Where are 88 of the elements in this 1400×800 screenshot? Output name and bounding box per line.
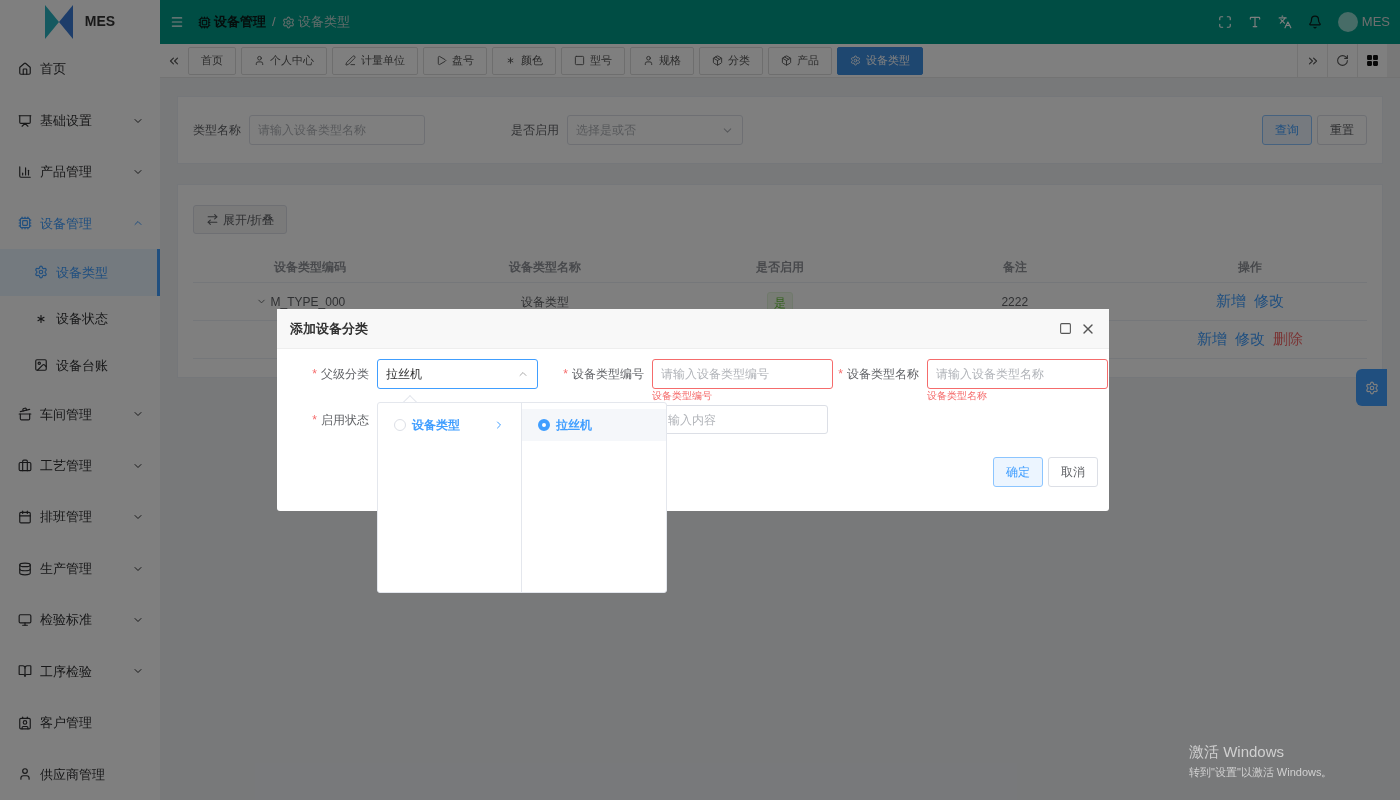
activation-title: 激活 Windows [1189,742,1286,762]
grid-icon[interactable] [1366,54,1379,67]
avatar[interactable] [1337,12,1358,32]
submenu-item[interactable]: 设备状态 [0,295,160,343]
table-cell-text: 2222 [1000,293,1030,311]
tab-icon [574,55,585,66]
activation-message: 转到"设置"以激活 Windows。 [1189,764,1333,780]
field-label: 类型名称 [193,122,241,139]
maximize-icon[interactable] [1059,322,1072,335]
sidebar-item[interactable]: 基础设置 [0,94,160,147]
table-cell-text: M_TYPE_000 [270,293,346,311]
sidebar-item[interactable]: 生产管理 [0,542,160,595]
sidebar-item[interactable]: 设备管理 [0,197,160,250]
table-cell-text: 设备类型 [520,293,571,311]
field-label: * 设备类型编号 [562,364,645,385]
settings-icon [281,15,295,29]
expand-collapse-button[interactable]: 展开/折叠 [193,205,288,234]
sidebar-item[interactable]: 工序检验 [0,645,160,698]
logo-text: MES [84,12,116,32]
required-mark: * [838,366,843,383]
sidebar-item[interactable]: 检验标准 [0,594,160,646]
radio-icon [538,419,550,431]
action-link[interactable]: 修改 [1234,328,1265,351]
fullscreen-icon[interactable] [1217,15,1232,29]
page-tab[interactable]: 计量单位 [332,46,418,75]
required-mark: * [563,366,568,383]
input-field[interactable]: 请输入设备类型编号 [652,359,833,389]
page-tab[interactable]: 颜色 [492,46,556,75]
page-tab[interactable]: 设备类型 [837,46,923,75]
page-tab[interactable]: 首页 [188,46,236,75]
field-label: * 设备类型名称 [837,364,920,385]
tab-icon [436,55,447,66]
required-mark: * [312,412,317,429]
tab-icon [345,55,356,66]
reset-button[interactable]: 重置 [1317,115,1367,145]
tab-icon [712,55,723,66]
action-link[interactable]: 新增 [1215,290,1246,313]
scrollbar[interactable] [1387,44,1400,77]
font-size-icon[interactable] [1247,15,1262,29]
page-tab[interactable]: 规格 [630,46,694,75]
logo-icon [44,4,73,39]
sidebar-item[interactable]: 排班管理 [0,491,160,543]
tab-icon [781,55,792,66]
confirm-button[interactable]: 确定 [993,457,1043,487]
tab-icon [254,55,265,66]
breadcrumb-separator: / [272,13,276,32]
sidebar-item[interactable]: 工艺管理 [0,440,160,492]
page-tab[interactable]: 盘号 [423,46,487,75]
page-tab[interactable]: 型号 [561,46,625,75]
cascader-field[interactable]: 拉丝机 [377,359,538,389]
page-tab[interactable]: 个人中心 [241,46,327,75]
settings-icon [1364,380,1379,395]
breadcrumb-item[interactable]: 设备管理 [198,12,266,32]
tab-icon [643,55,654,66]
tab-icon [850,55,861,66]
swap-icon [206,213,219,226]
error-message: 设备类型编号 [652,389,713,402]
submenu-item[interactable]: 设备类型 [0,249,160,296]
breadcrumb-item: 设备类型 [281,12,350,32]
action-link[interactable]: 删除 [1272,328,1303,351]
field-label: * 启用状态 [311,410,370,431]
settings-float-button[interactable] [1356,369,1387,406]
tab-icon [505,55,516,66]
sidebar-item[interactable]: 客户管理 [0,697,160,749]
page-tab[interactable]: 产品 [768,46,832,75]
cascader-option[interactable]: 设备类型 [378,409,521,441]
error-message: 设备类型名称 [927,389,988,402]
search-button[interactable]: 查询 [1262,115,1312,145]
sidebar-item[interactable]: 供应商管理 [0,748,160,800]
user-name[interactable]: MES [1361,12,1390,32]
chip-icon [198,15,211,29]
page-tab[interactable]: 分类 [699,46,763,75]
bell-icon[interactable] [1307,15,1322,29]
refresh-icon[interactable] [1336,54,1349,67]
cascader-option[interactable]: 拉丝机 [522,409,666,441]
language-icon[interactable] [1277,15,1292,29]
sidebar-item[interactable]: 车间管理 [0,388,160,441]
dialog-title: 添加设备分类 [290,319,369,338]
action-link[interactable]: 修改 [1253,290,1284,313]
cancel-button[interactable]: 取消 [1048,457,1098,487]
input-field[interactable]: 请输入设备类型名称 [927,359,1108,389]
sidebar-item[interactable]: 首页 [0,43,160,95]
field-label: 是否启用 [511,122,559,139]
submenu-item[interactable]: 设备台账 [0,342,160,389]
action-link[interactable]: 新增 [1196,328,1227,351]
required-mark: * [312,366,317,383]
field-label: * 父级分类 [311,364,370,385]
sidebar-item[interactable]: 产品管理 [0,146,160,198]
